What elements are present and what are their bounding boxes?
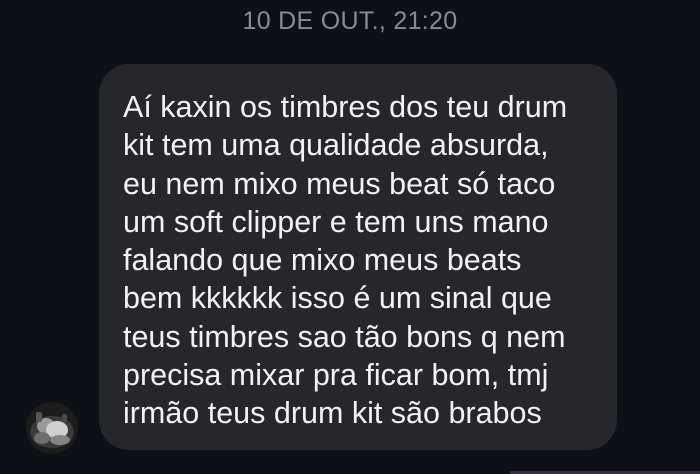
avatar-photo-icon [26, 402, 78, 454]
chat-screen: 10 DE OUT., 21:20 Aí kaxin os timbres do… [0, 0, 700, 474]
message-bubble[interactable]: Aí kaxin os timbres dos teu drum kit tem… [99, 64, 617, 450]
incoming-message-row: Aí kaxin os timbres dos teu drum kit tem… [0, 64, 700, 460]
message-timestamp: 10 DE OUT., 21:20 [242, 7, 458, 35]
contact-avatar[interactable] [26, 402, 78, 454]
message-text: Aí kaxin os timbres dos teu drum kit tem… [123, 90, 568, 431]
